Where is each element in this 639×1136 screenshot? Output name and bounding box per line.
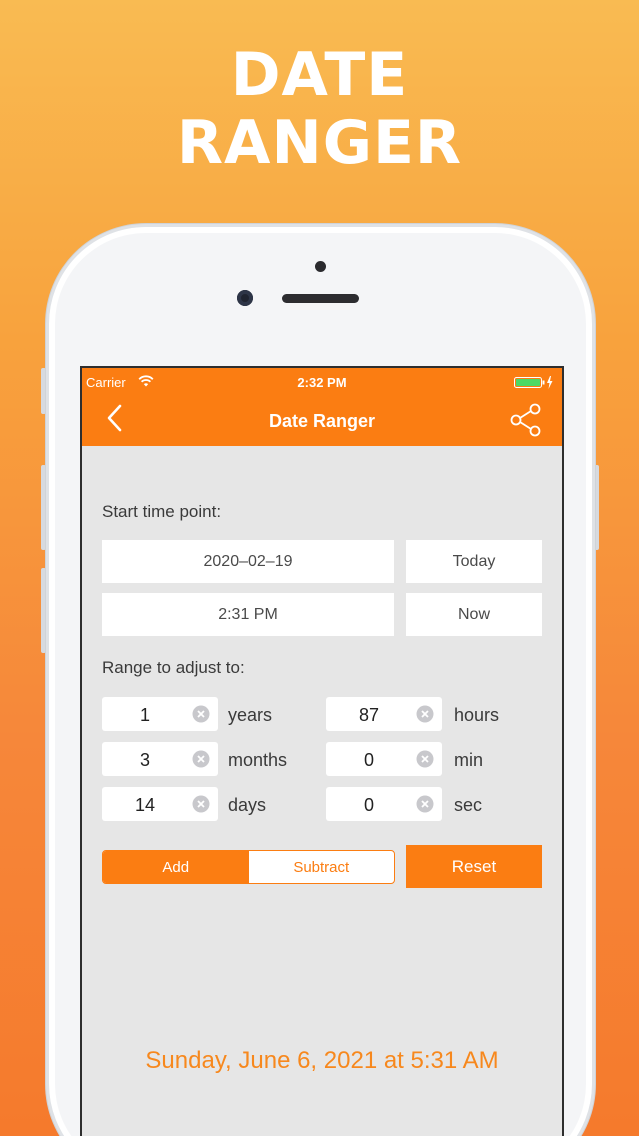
status-time: 2:32 PM xyxy=(297,375,347,390)
years-unit: years xyxy=(228,705,273,725)
range-label: Range to adjust to: xyxy=(102,658,245,677)
proximity-sensor xyxy=(315,261,326,272)
months-input[interactable]: 3 xyxy=(102,742,218,776)
earpiece-speaker xyxy=(282,294,359,303)
minutes-value: 0 xyxy=(363,750,374,770)
promo-title-line2: RANGER xyxy=(176,108,463,178)
days-unit: days xyxy=(228,795,267,815)
front-camera xyxy=(237,290,253,306)
add-subtract-segmented-control: Add Subtract xyxy=(102,850,395,884)
seconds-input[interactable]: 0 xyxy=(326,787,442,821)
minutes-unit: min xyxy=(454,750,484,770)
navigation-bar: Carrier 2:32 PM Date Ranger xyxy=(82,368,562,446)
hours-unit: hours xyxy=(454,705,500,725)
now-button[interactable]: Now xyxy=(406,593,542,636)
result-date: Sunday, June 6, 2021 at 5:31 AM xyxy=(145,1047,499,1074)
seconds-unit: sec xyxy=(454,795,483,815)
clear-icon[interactable] xyxy=(416,795,434,813)
status-bar: Carrier 2:32 PM xyxy=(82,375,562,391)
battery-icon xyxy=(514,376,553,389)
years-value: 1 xyxy=(139,705,150,725)
start-time-field[interactable]: 2:31 PM xyxy=(102,593,394,636)
reset-button[interactable]: Reset xyxy=(406,845,542,888)
clear-icon[interactable] xyxy=(192,750,210,768)
months-value: 3 xyxy=(139,750,150,770)
today-button[interactable]: Today xyxy=(406,540,542,583)
years-input[interactable]: 1 xyxy=(102,697,218,731)
days-input[interactable]: 14 xyxy=(102,787,218,821)
seconds-value: 0 xyxy=(363,795,374,815)
app-screen: Carrier 2:32 PM Date Ranger Start time p… xyxy=(80,366,564,1136)
clear-icon[interactable] xyxy=(416,750,434,768)
subtract-segment[interactable]: Subtract xyxy=(249,851,395,883)
hours-input[interactable]: 87 xyxy=(326,697,442,731)
promo-title-line1: DATE xyxy=(230,40,409,110)
clear-icon[interactable] xyxy=(192,795,210,813)
start-date-field[interactable]: 2020–02–19 xyxy=(102,540,394,583)
clear-icon[interactable] xyxy=(192,705,210,723)
months-unit: months xyxy=(228,750,288,770)
start-time-label: Start time point: xyxy=(102,502,222,521)
hours-value: 87 xyxy=(358,705,380,725)
clear-icon[interactable] xyxy=(416,705,434,723)
days-value: 14 xyxy=(134,795,156,815)
add-segment[interactable]: Add xyxy=(103,851,249,883)
minutes-input[interactable]: 0 xyxy=(326,742,442,776)
share-icon[interactable] xyxy=(510,403,542,437)
nav-title: Date Ranger xyxy=(268,411,376,431)
